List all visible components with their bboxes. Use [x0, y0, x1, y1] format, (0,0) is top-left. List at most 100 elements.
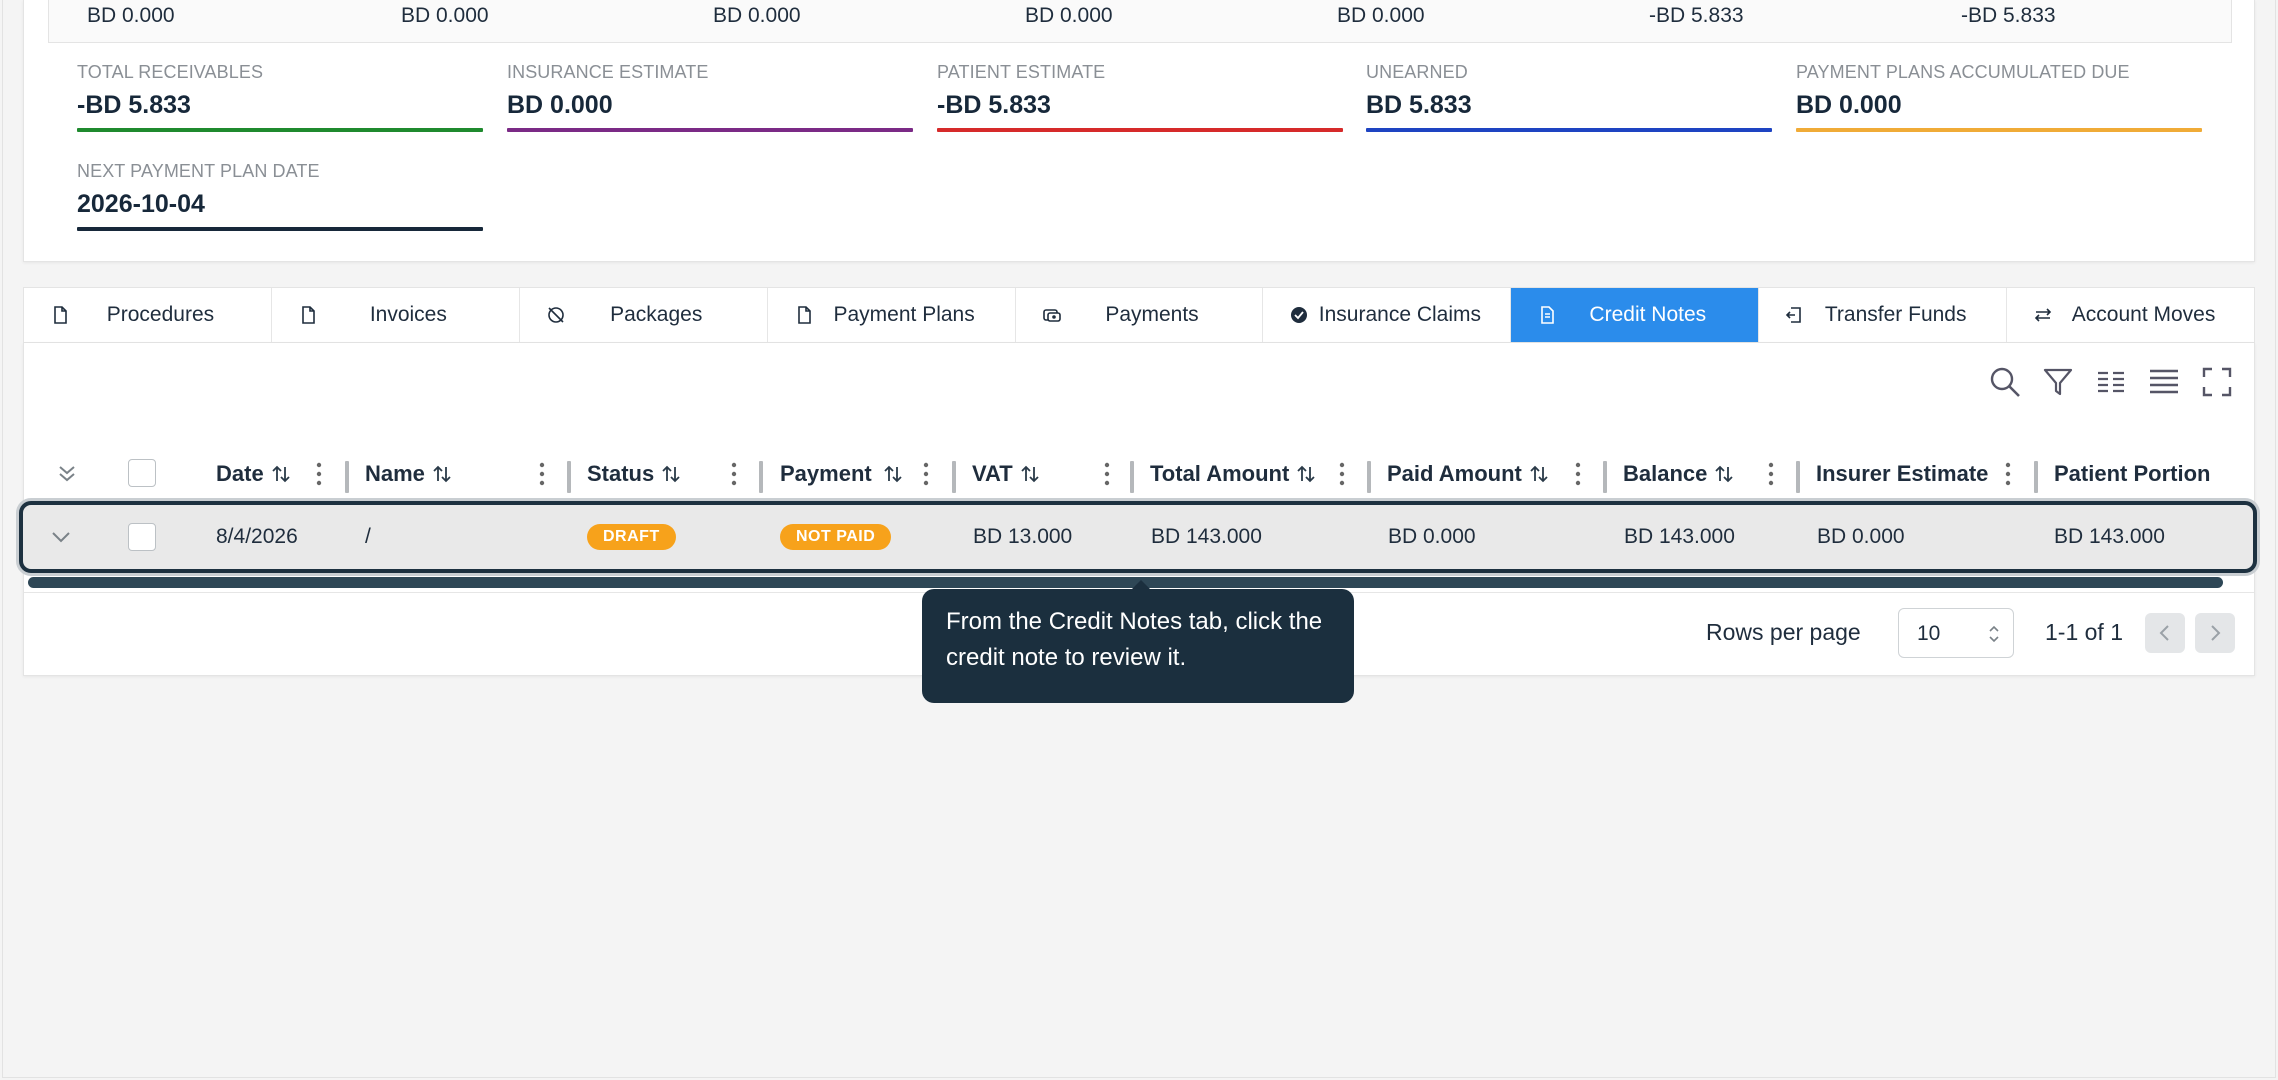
kpi-value: -BD 5.833 [937, 91, 1051, 119]
column-header-paid-amount[interactable]: Paid Amount [1387, 443, 1550, 505]
horizontal-scrollbar[interactable] [28, 577, 2223, 588]
kpi-patient-estimate: PATIENT ESTIMATE -BD 5.833 [937, 62, 1343, 132]
column-menu-icon[interactable] [538, 461, 546, 487]
column-header-name[interactable]: Name [365, 443, 453, 505]
sort-icon[interactable] [431, 463, 453, 485]
cell-date: 8/4/2026 [216, 525, 298, 548]
cell-insurer-estimate: BD 0.000 [1817, 525, 1905, 548]
pagination-range: 1-1 of 1 [2045, 619, 2123, 645]
column-menu-icon[interactable] [1767, 461, 1775, 487]
table-row[interactable]: 8/4/2026 / DRAFT NOT PAID BD 13.000 BD 1… [19, 501, 2257, 573]
column-resize-handle[interactable] [759, 461, 763, 493]
tab-label: Account Moves [2071, 303, 2216, 326]
total-cell: -BD 5.833 [1961, 4, 2056, 27]
sort-icon[interactable] [882, 463, 904, 485]
kpi-label: UNEARNED [1366, 62, 1468, 82]
tab-label: Transfer Funds [1824, 303, 1967, 326]
column-resize-handle[interactable] [567, 461, 571, 493]
search-icon[interactable] [1988, 365, 2022, 399]
column-header-label: Name [365, 461, 425, 486]
column-header-vat[interactable]: VAT [972, 443, 1041, 505]
column-resize-handle[interactable] [1603, 461, 1607, 493]
column-header-patient-portion[interactable]: Patient Portion [2054, 443, 2210, 505]
column-header-date[interactable]: Date [216, 443, 292, 505]
payment-badge: NOT PAID [780, 524, 892, 550]
kpi-underline [1366, 128, 1772, 132]
column-header-insurer-estimate[interactable]: Insurer Estimate [1816, 443, 1988, 505]
tab-credit-notes[interactable]: Credit Notes [1511, 288, 1760, 342]
total-cell: BD 0.000 [87, 4, 175, 27]
kpi-label: NEXT PAYMENT PLAN DATE [77, 161, 320, 181]
kpi-label: PATIENT ESTIMATE [937, 62, 1106, 82]
tab-payment-plans[interactable]: Payment Plans [768, 288, 1016, 342]
density-icon[interactable] [2147, 365, 2181, 399]
total-cell: BD 0.000 [1337, 4, 1425, 27]
column-resize-handle[interactable] [1367, 461, 1371, 493]
cell-total-amount: BD 143.000 [1151, 525, 1262, 548]
tab-procedures[interactable]: Procedures [24, 288, 272, 342]
sort-icon[interactable] [1019, 463, 1041, 485]
tab-label: Payment Plans [833, 303, 975, 326]
credit-note-icon [1541, 306, 1555, 324]
column-resize-handle[interactable] [2034, 461, 2038, 493]
column-header-balance[interactable]: Balance [1623, 443, 1735, 505]
chevron-up-down-icon [1989, 625, 1999, 643]
cell-payment: NOT PAID [780, 505, 892, 569]
rows-per-page-select[interactable]: 10 [1898, 608, 2014, 658]
chevron-down-icon[interactable] [50, 526, 72, 548]
column-header-label: VAT [972, 461, 1013, 486]
filter-icon[interactable] [2041, 365, 2075, 399]
column-resize-handle[interactable] [1796, 461, 1800, 493]
tab-insurance-claims[interactable]: Insurance Claims [1263, 288, 1512, 342]
select-all-checkbox[interactable] [128, 459, 156, 487]
column-menu-icon[interactable] [1574, 461, 1582, 487]
column-menu-icon[interactable] [922, 461, 930, 487]
kpi-underline [507, 128, 913, 132]
chevron-left-icon [2159, 625, 2169, 641]
column-header-payment[interactable]: Payment [780, 443, 904, 505]
row-checkbox[interactable] [128, 523, 156, 551]
rows-per-page-value: 10 [1917, 622, 1941, 645]
column-resize-handle[interactable] [345, 461, 349, 493]
column-resize-handle[interactable] [952, 461, 956, 493]
tab-account-moves[interactable]: Account Moves [2007, 288, 2254, 342]
cell-balance: BD 143.000 [1624, 525, 1735, 548]
total-cell: BD 0.000 [713, 4, 801, 27]
fullscreen-icon[interactable] [2200, 365, 2234, 399]
transfer-icon [1786, 307, 1802, 323]
previous-page-button[interactable] [2145, 613, 2185, 653]
kpi-next-payment-plan-date: NEXT PAYMENT PLAN DATE 2026-10-04 [77, 161, 483, 231]
sort-icon[interactable] [660, 463, 682, 485]
column-header-status[interactable]: Status [587, 443, 682, 505]
tab-invoices[interactable]: Invoices [272, 288, 520, 342]
tab-transfer-funds[interactable]: Transfer Funds [1759, 288, 2008, 342]
kpi-value: BD 0.000 [1796, 91, 1902, 119]
tab-label: Packages [610, 303, 703, 326]
column-menu-icon[interactable] [2004, 461, 2012, 487]
column-menu-icon[interactable] [1103, 461, 1111, 487]
expand-all-icon[interactable] [56, 463, 78, 485]
column-header-total-amount[interactable]: Total Amount [1150, 443, 1317, 505]
column-menu-icon[interactable] [315, 461, 323, 487]
cell-name: / [365, 525, 371, 548]
sort-icon[interactable] [1295, 463, 1317, 485]
column-header-label: Payment [780, 461, 872, 486]
sort-icon[interactable] [1713, 463, 1735, 485]
column-menu-icon[interactable] [1338, 461, 1346, 487]
kpi-value: -BD 5.833 [77, 91, 191, 119]
sort-icon[interactable] [1528, 463, 1550, 485]
column-header-label: Total Amount [1150, 461, 1290, 486]
payments-icon [1042, 309, 1061, 322]
tab-packages[interactable]: Packages [520, 288, 768, 342]
tab-payments[interactable]: Payments [1016, 288, 1264, 342]
sort-icon[interactable] [270, 463, 292, 485]
package-off-icon [547, 307, 564, 323]
shield-badge-icon [1291, 307, 1308, 323]
kpi-underline [937, 128, 1343, 132]
column-resize-handle[interactable] [1130, 461, 1134, 493]
column-menu-icon[interactable] [730, 461, 738, 487]
columns-icon[interactable] [2094, 365, 2128, 399]
next-page-button[interactable] [2195, 613, 2235, 653]
column-header-label: Status [587, 461, 655, 486]
kpi-underline [77, 227, 483, 231]
